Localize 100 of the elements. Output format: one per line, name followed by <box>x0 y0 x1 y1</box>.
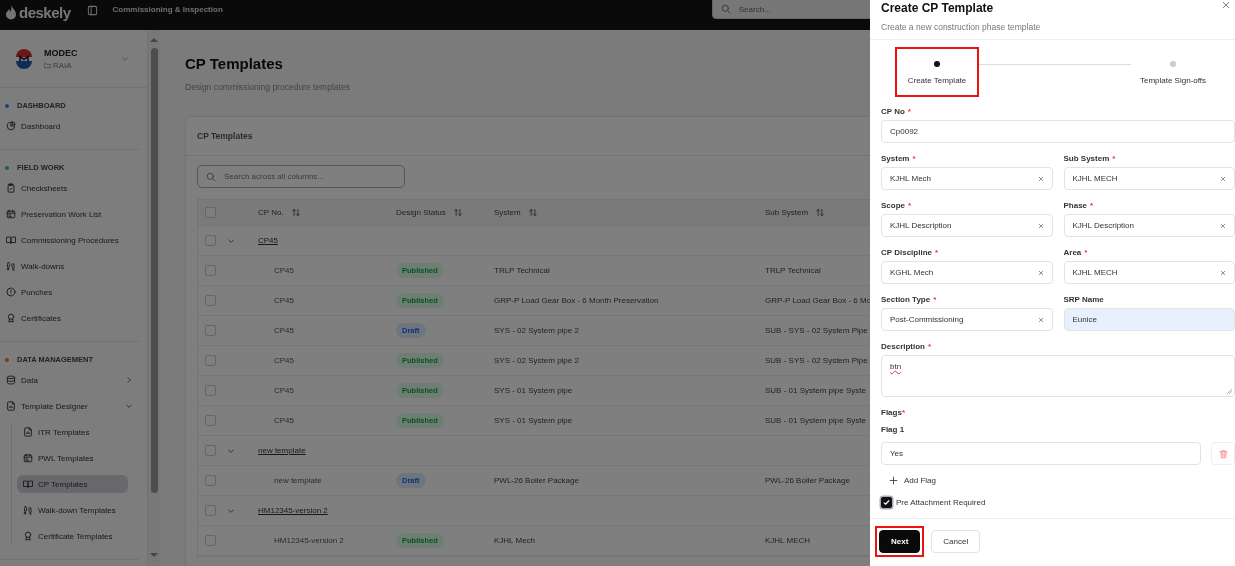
step-dot[interactable] <box>934 61 940 67</box>
sidebar-item[interactable]: Walk-downs <box>0 257 140 275</box>
input-field[interactable]: Yes <box>881 442 1201 465</box>
secondary-button[interactable]: Cancel <box>931 530 981 553</box>
step-label[interactable]: Template Sign-offs <box>1139 76 1207 85</box>
sidebar-item[interactable]: Certificates <box>0 309 140 327</box>
column-header[interactable]: Sub System <box>765 208 809 217</box>
field-label: CP Discipline <box>881 248 932 258</box>
column-header[interactable]: System <box>494 208 521 217</box>
required-mark: * <box>912 154 916 164</box>
pie-chart-icon <box>6 121 16 131</box>
required-mark: * <box>1090 201 1094 211</box>
select-field[interactable]: Post-Commissioning <box>881 308 1053 331</box>
check-icon <box>883 499 890 506</box>
award-icon <box>6 313 16 323</box>
project-name: RAIA <box>53 60 72 70</box>
sort-icon <box>527 208 538 217</box>
field-label: CP No <box>881 107 905 117</box>
resize-handle-icon <box>1226 388 1232 394</box>
org-logo-icon <box>14 48 34 69</box>
input-field[interactable]: Cp0092 <box>881 120 1235 143</box>
sidebar-item[interactable]: CP Templates <box>17 475 129 493</box>
step-dot[interactable] <box>1170 61 1176 67</box>
footprints-icon <box>23 505 33 515</box>
sidebar-item[interactable]: Certificate Templates <box>17 527 129 545</box>
field-label: Scope <box>881 201 905 211</box>
clear-icon <box>1037 316 1044 323</box>
sidebar-item[interactable]: Walk-down Templates <box>17 501 129 519</box>
scrollbar[interactable] <box>147 30 160 566</box>
sidebar-item[interactable]: Template Designer <box>0 397 140 415</box>
text-area[interactable]: btn <box>881 355 1235 397</box>
clear-icon <box>1037 222 1044 229</box>
document-icon <box>6 401 16 411</box>
required-mark: * <box>935 248 939 258</box>
search-icon <box>206 171 216 182</box>
award-icon <box>23 531 33 541</box>
table-cell-text: TRLP Technical <box>493 266 551 275</box>
group-link[interactable]: HM12345-version 2 <box>252 506 386 515</box>
step-label[interactable]: Create Template <box>907 76 967 85</box>
table-cell-text: SYS - 02 System pipe 2 <box>493 356 580 365</box>
module-title: Commissioning & Inspection <box>112 5 223 14</box>
clear-icon <box>1220 175 1226 182</box>
table-cell-text: KJHL MECH <box>764 536 812 545</box>
scroll-up-icon[interactable] <box>150 37 159 43</box>
document-icon <box>23 427 33 437</box>
sidebar-item[interactable]: Checksheets <box>0 179 140 197</box>
folder-icon <box>44 61 51 69</box>
column-header[interactable]: CP No. <box>258 208 284 217</box>
checkbox[interactable] <box>881 497 892 508</box>
select-field[interactable]: KJHL Mech <box>881 167 1053 190</box>
field-label: Description <box>881 342 925 352</box>
book-icon <box>6 235 16 245</box>
sidebar-item[interactable]: ITR Templates <box>17 423 129 441</box>
select-field[interactable]: KJHL MECH <box>1063 167 1235 190</box>
table-cell-text: PWL-26 Boiler Package <box>493 476 580 485</box>
table-cell-text: SYS - 01 System pipe <box>493 386 574 395</box>
clear-icon <box>1220 269 1226 276</box>
clipboard-icon <box>6 183 16 193</box>
group-link[interactable]: new template <box>252 446 386 455</box>
required-mark: * <box>1112 154 1116 164</box>
table-cell-text: TRLP Technical <box>764 266 822 275</box>
field-label: Section Type <box>881 295 931 305</box>
chevron-down-icon <box>125 402 134 410</box>
sidebar-item[interactable]: Commissioning Procedures <box>0 231 140 249</box>
organization-name: MODEC <box>44 47 79 58</box>
select-field[interactable]: KJHL Description <box>881 214 1053 237</box>
input-field[interactable]: Eunice <box>1063 308 1235 331</box>
chevron-right-icon <box>125 376 134 384</box>
primary-button[interactable]: Next <box>879 530 921 553</box>
trash-icon <box>1218 448 1228 459</box>
table-cell-text: CP45 <box>273 416 295 425</box>
column-header[interactable]: Design Status <box>396 208 446 217</box>
sidebar-item[interactable]: Data <box>0 371 140 389</box>
scroll-down-icon[interactable] <box>150 552 159 558</box>
chevron-down-icon <box>227 506 235 515</box>
panel-toggle-icon <box>86 5 98 16</box>
select-field[interactable]: KJHL MECH <box>1063 261 1235 284</box>
app-logo-text: deskely <box>19 4 71 21</box>
drawer-title: Create CP Template <box>881 1 995 15</box>
clear-icon <box>1037 175 1044 182</box>
sidebar-item[interactable]: PWL Templates <box>17 449 129 467</box>
select-field[interactable]: KJHL Description <box>1063 214 1235 237</box>
select-field[interactable]: KGHL Mech <box>881 261 1053 284</box>
sort-icon <box>452 208 463 217</box>
required-mark: * <box>907 107 911 117</box>
table-cell-text: SUB - SYS - 02 System Pipe <box>764 356 869 365</box>
sidebar-item[interactable]: Dashboard <box>0 117 140 135</box>
sidebar-item[interactable]: Punches <box>0 283 140 301</box>
group-link[interactable]: CP45 <box>252 236 386 245</box>
delete-button[interactable] <box>1211 442 1235 465</box>
add-flag-button[interactable]: Add Flag <box>889 472 937 489</box>
sidebar-item[interactable]: Preservation Work List <box>0 205 140 223</box>
footprints-icon <box>6 261 16 271</box>
field-label: System <box>881 154 910 164</box>
table-cell-text: SUB - 01 System pipe Syste <box>764 386 867 395</box>
table-cell-text: CP45 <box>273 386 295 395</box>
required-mark: * <box>928 342 932 352</box>
table-cell-text: GRP-P Load Gear Box - 6 Month Preservation <box>493 296 660 305</box>
field-label: Sub System <box>1063 154 1110 164</box>
table-cell-text: SYS - 01 System pipe <box>493 416 574 425</box>
